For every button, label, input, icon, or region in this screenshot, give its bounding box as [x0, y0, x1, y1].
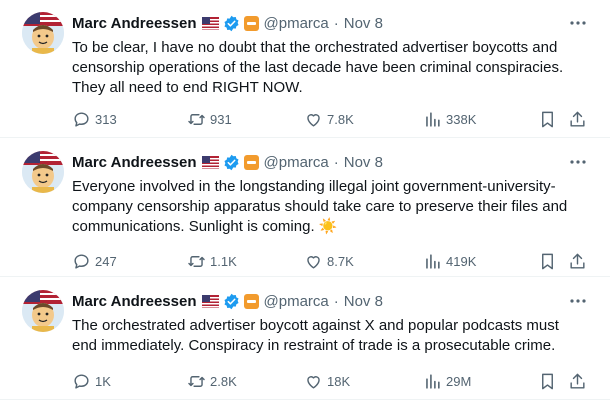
tweet-text: The orchestrated advertiser boycott agai…: [72, 316, 597, 356]
reply-icon: [74, 373, 89, 389]
tweet-header: Marc Andreessen @pmarca · Nov 8: [72, 151, 383, 173]
bookmark-icon: [542, 373, 553, 389]
bookmark-icon: [542, 253, 553, 269]
tweet-header: Marc Andreessen @pmarca · Nov 8: [72, 12, 383, 34]
bookmark-button[interactable]: [538, 251, 557, 271]
author-name[interactable]: Marc Andreessen: [72, 293, 197, 310]
views-button[interactable]: 419K: [423, 251, 476, 271]
text-line: end immediately. Conspiracy in restraint…: [72, 337, 556, 354]
verified-icon[interactable]: [223, 293, 240, 310]
tweet[interactable]: Marc Andreessen @pmarca · Nov 8 Everyone…: [0, 139, 610, 277]
like-count: 18K: [327, 373, 351, 389]
views-button[interactable]: 29M: [423, 371, 471, 391]
view-count: 419K: [446, 253, 477, 269]
bookmark-icon: [542, 111, 553, 127]
text-line: The orchestrated advertiser boycott agai…: [72, 317, 559, 334]
view-count: 29M: [446, 373, 472, 389]
repost-count: 2.8K: [210, 373, 237, 389]
avatar[interactable]: [22, 290, 64, 332]
tweet-header: Marc Andreessen @pmarca · Nov 8: [72, 290, 383, 312]
reply-button[interactable]: 313: [72, 109, 117, 129]
action-bar: 247 1.1K 8.7K 419K: [72, 251, 588, 271]
tweet-text: Everyone involved in the longstanding il…: [72, 177, 597, 237]
retweet-icon: [188, 375, 205, 387]
reply-button[interactable]: 1K: [72, 371, 111, 391]
view-count: 338K: [446, 111, 477, 127]
text-line: To be clear, I have no doubt that the or…: [72, 39, 558, 56]
like-count: 7.8K: [327, 111, 354, 127]
retweet-icon: [188, 113, 205, 125]
author-name[interactable]: Marc Andreessen: [72, 15, 197, 32]
share-icon: [570, 253, 585, 269]
text-line: Everyone involved in the longstanding il…: [72, 178, 556, 195]
reply-count: 313: [95, 111, 117, 127]
share-button[interactable]: [568, 109, 587, 129]
views-icon: [426, 253, 440, 269]
author-name[interactable]: Marc Andreessen: [72, 154, 197, 171]
text-line: communications. Sunlight is coming. ☀️: [72, 218, 338, 235]
text-line: company censorship apparatus should take…: [72, 198, 568, 215]
timestamp[interactable]: Nov 8: [344, 293, 383, 310]
like-button[interactable]: 8.7K: [304, 251, 354, 271]
tweet[interactable]: Marc Andreessen @pmarca · Nov 8 To be cl…: [0, 0, 610, 138]
reply-button[interactable]: 247: [72, 251, 117, 271]
like-icon: [307, 255, 320, 269]
more-icon[interactable]: [568, 14, 588, 32]
separator-dot: ·: [333, 14, 339, 32]
views-button[interactable]: 338K: [423, 109, 476, 129]
affiliate-badge-icon[interactable]: [243, 154, 259, 170]
repost-button[interactable]: 2.8K: [187, 371, 237, 391]
bookmark-button[interactable]: [538, 109, 557, 129]
timestamp[interactable]: Nov 8: [344, 15, 383, 32]
repost-button[interactable]: 1.1K: [187, 251, 237, 271]
reply-icon: [74, 111, 89, 127]
tweet-text: To be clear, I have no doubt that the or…: [72, 38, 597, 98]
views-icon: [426, 373, 440, 389]
affiliate-badge-icon[interactable]: [243, 293, 259, 309]
us-flag-icon: [201, 16, 219, 30]
reply-icon: [74, 253, 89, 269]
repost-count: 931: [210, 111, 232, 127]
repost-button[interactable]: 931: [187, 109, 232, 129]
share-icon: [570, 111, 585, 127]
like-icon: [307, 375, 320, 389]
retweet-icon: [188, 255, 205, 267]
reply-count: 1K: [95, 373, 111, 389]
bookmark-button[interactable]: [538, 371, 557, 391]
share-icon: [570, 373, 585, 389]
share-button[interactable]: [568, 251, 587, 271]
like-button[interactable]: 18K: [304, 371, 350, 391]
views-icon: [426, 111, 440, 127]
author-handle[interactable]: @pmarca: [264, 15, 329, 32]
timestamp[interactable]: Nov 8: [344, 154, 383, 171]
text-line: They all need to end RIGHT NOW.: [72, 79, 303, 96]
separator-dot: ·: [333, 153, 339, 171]
more-icon[interactable]: [568, 153, 588, 171]
action-bar: 1K 2.8K 18K 29M: [72, 371, 588, 391]
avatar[interactable]: [22, 151, 64, 193]
author-handle[interactable]: @pmarca: [264, 293, 329, 310]
like-button[interactable]: 7.8K: [304, 109, 354, 129]
share-button[interactable]: [568, 371, 587, 391]
avatar[interactable]: [22, 12, 64, 54]
repost-count: 1.1K: [210, 253, 237, 269]
reply-count: 247: [95, 253, 117, 269]
like-icon: [307, 113, 320, 127]
text-line: censorship operations of the last decade…: [72, 59, 564, 76]
action-bar: 313 931 7.8K 338K: [72, 109, 588, 129]
separator-dot: ·: [333, 292, 339, 310]
like-count: 8.7K: [327, 253, 354, 269]
us-flag-icon: [201, 155, 219, 169]
affiliate-badge-icon[interactable]: [243, 15, 259, 31]
us-flag-icon: [201, 294, 219, 308]
more-icon[interactable]: [568, 292, 588, 310]
verified-icon[interactable]: [223, 154, 240, 171]
author-handle[interactable]: @pmarca: [264, 154, 329, 171]
verified-icon[interactable]: [223, 15, 240, 32]
tweet[interactable]: Marc Andreessen @pmarca · Nov 8 The orch…: [0, 278, 610, 400]
